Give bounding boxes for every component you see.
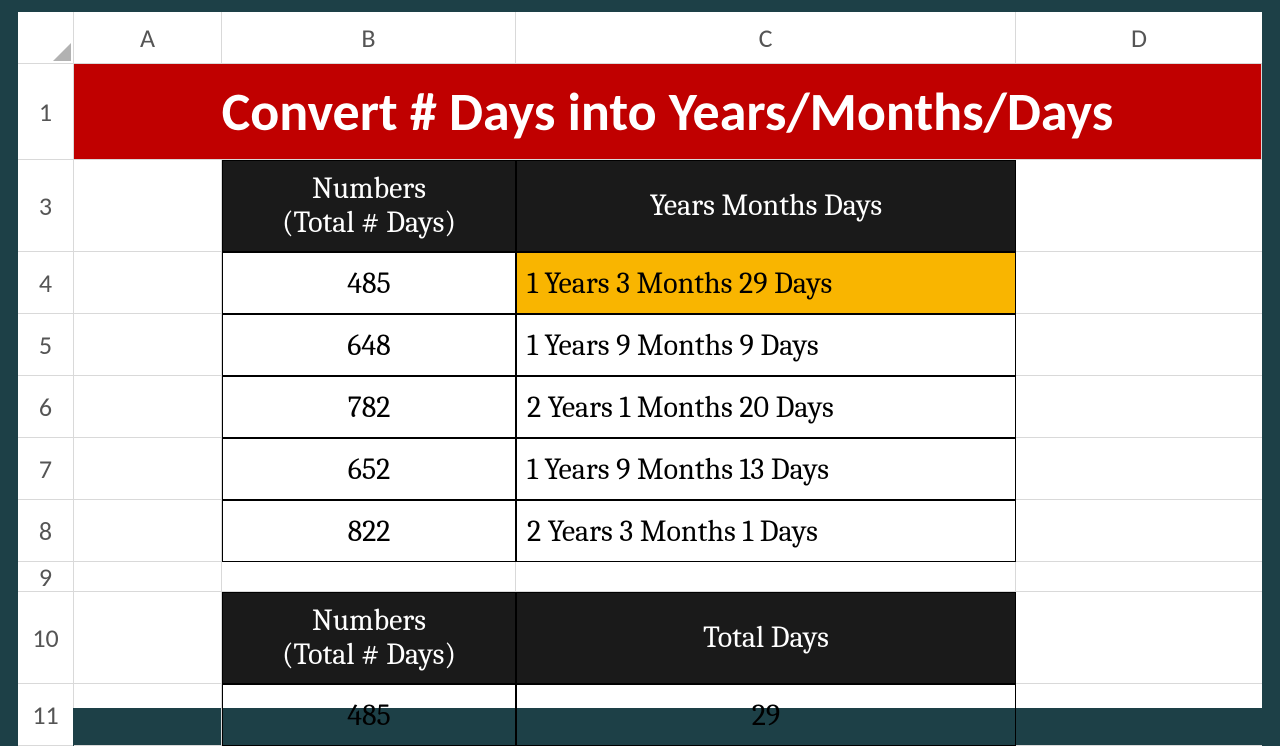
cell-A6[interactable] <box>74 376 222 438</box>
cell-A11[interactable] <box>74 684 222 746</box>
table2-total-0[interactable]: 29 <box>516 684 1016 746</box>
column-headers-row: A B C D <box>18 12 1262 64</box>
cell-A5[interactable] <box>74 314 222 376</box>
table1-num-1[interactable]: 648 <box>222 314 516 376</box>
row-header-7[interactable]: 7 <box>18 438 73 500</box>
cell-D7[interactable] <box>1016 438 1262 500</box>
table2-header-totaldays[interactable]: Total Days <box>516 592 1016 684</box>
column-header-B[interactable]: B <box>222 12 516 63</box>
column-header-C[interactable]: C <box>516 12 1016 63</box>
row-header-11[interactable]: 11 <box>18 684 73 746</box>
cell-A10[interactable] <box>74 592 222 684</box>
column-header-D[interactable]: D <box>1016 12 1262 63</box>
row-header-5[interactable]: 5 <box>18 314 73 376</box>
cell-C9[interactable] <box>516 562 1016 592</box>
cell-D4[interactable] <box>1016 252 1262 314</box>
table1-num-4[interactable]: 822 <box>222 500 516 562</box>
cell-D6[interactable] <box>1016 376 1262 438</box>
table2-header-numbers[interactable]: Numbers (Total # Days) <box>222 592 516 684</box>
cells-grid: Convert # Days into Years/Months/Days Nu… <box>74 64 1262 708</box>
table2-num-0[interactable]: 485 <box>222 684 516 746</box>
row-header-10[interactable]: 10 <box>18 592 73 684</box>
cell-A8[interactable] <box>74 500 222 562</box>
table1-header-ymd[interactable]: Years Months Days <box>516 160 1016 252</box>
table1-ymd-1[interactable]: 1 Years 9 Months 9 Days <box>516 314 1016 376</box>
cell-D9[interactable] <box>1016 562 1262 592</box>
cell-A7[interactable] <box>74 438 222 500</box>
row-header-8[interactable]: 8 <box>18 500 73 562</box>
row-headers-col: 1 3 4 5 6 7 8 9 10 11 <box>18 64 74 708</box>
cell-A3[interactable] <box>74 160 222 252</box>
table1-ymd-2[interactable]: 2 Years 1 Months 20 Days <box>516 376 1016 438</box>
cell-A9[interactable] <box>74 562 222 592</box>
row-header-6[interactable]: 6 <box>18 376 73 438</box>
spreadsheet: A B C D 1 3 4 5 6 7 8 9 10 11 Convert # … <box>18 12 1262 708</box>
row-header-3[interactable]: 3 <box>18 160 73 252</box>
row-header-4[interactable]: 4 <box>18 252 73 314</box>
table1-num-0[interactable]: 485 <box>222 252 516 314</box>
table1-num-2[interactable]: 782 <box>222 376 516 438</box>
cell-D3[interactable] <box>1016 160 1262 252</box>
table1-header-numbers[interactable]: Numbers (Total # Days) <box>222 160 516 252</box>
table1-ymd-3[interactable]: 1 Years 9 Months 13 Days <box>516 438 1016 500</box>
column-header-A[interactable]: A <box>74 12 222 63</box>
row-header-1[interactable]: 1 <box>18 64 73 160</box>
cell-D11[interactable] <box>1016 684 1262 746</box>
row-header-9[interactable]: 9 <box>18 562 73 592</box>
cell-D5[interactable] <box>1016 314 1262 376</box>
cell-D8[interactable] <box>1016 500 1262 562</box>
table1-ymd-0[interactable]: 1 Years 3 Months 29 Days <box>516 252 1016 314</box>
cell-A4[interactable] <box>74 252 222 314</box>
title-banner: Convert # Days into Years/Months/Days <box>74 64 1262 160</box>
table1-num-3[interactable]: 652 <box>222 438 516 500</box>
cell-B9[interactable] <box>222 562 516 592</box>
table1-ymd-4[interactable]: 2 Years 3 Months 1 Days <box>516 500 1016 562</box>
select-all-triangle[interactable] <box>18 12 74 63</box>
cell-D10[interactable] <box>1016 592 1262 684</box>
